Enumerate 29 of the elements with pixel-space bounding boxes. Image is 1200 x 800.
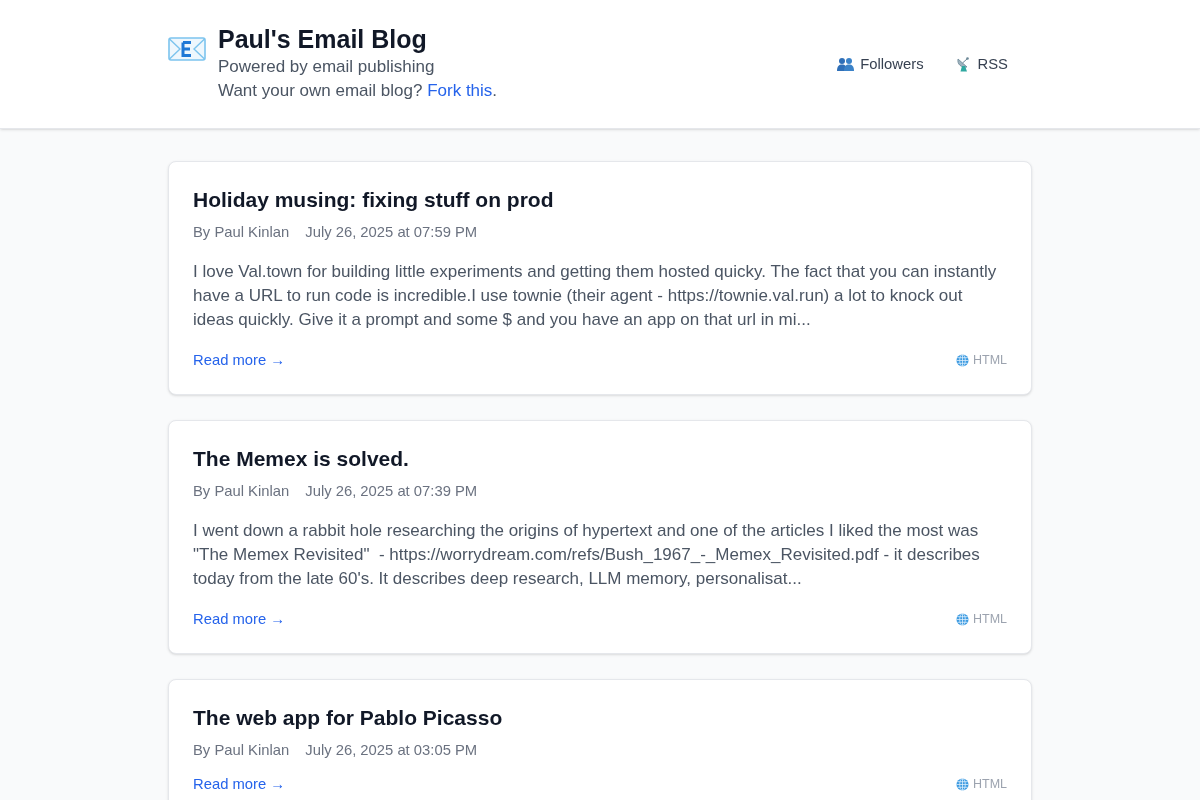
fork-prompt: Want your own email blog? Fork this. bbox=[218, 80, 498, 102]
globe-icon bbox=[955, 777, 969, 791]
post-author: By Paul Kinlan bbox=[193, 482, 290, 501]
fork-link[interactable]: Fork this bbox=[427, 81, 493, 100]
post-date: July 26, 2025 at 07:59 PM bbox=[305, 223, 478, 242]
post-date: July 26, 2025 at 07:39 PM bbox=[305, 482, 478, 501]
globe-icon bbox=[955, 612, 969, 626]
post-excerpt: I went down a rabbit hole researching the origins of hypertext and one of the articles I liked the most was "The Memex Revisited" - https://worrydream.com/refs/Bush_1967_-_Memex_Revisited.pdf - it describes today from the late 60's. It describes deep research, LLM memory, personalisat... bbox=[193, 520, 981, 590]
post-date: July 26, 2025 at 03:05 PM bbox=[305, 741, 478, 760]
nav-link[interactable]: RSS bbox=[943, 50, 1020, 78]
read-more-link[interactable]: Read more → bbox=[193, 774, 286, 794]
post-author: By Paul Kinlan bbox=[193, 741, 290, 760]
format-label: HTML bbox=[972, 611, 1007, 627]
people-icon bbox=[837, 57, 855, 71]
post-title[interactable]: The web app for Pablo Picasso bbox=[193, 704, 1007, 732]
post-title[interactable]: The Memex is solved. bbox=[193, 445, 1007, 473]
nav-link[interactable]: Followers bbox=[825, 50, 936, 78]
blog-tagline: Powered by email publishing bbox=[218, 56, 436, 78]
globe-icon bbox=[955, 353, 969, 367]
blog-title: Paul's Email Blog bbox=[218, 24, 428, 55]
format-label: HTML bbox=[972, 352, 1007, 368]
read-more-link[interactable]: Read more → bbox=[193, 350, 286, 370]
format-label: HTML bbox=[972, 776, 1007, 792]
post-title[interactable]: Holiday musing: fixing stuff on prod bbox=[193, 186, 1007, 214]
read-more-link[interactable]: Read more → bbox=[193, 609, 286, 629]
email-envelope-icon bbox=[168, 35, 206, 63]
post-author: By Paul Kinlan bbox=[193, 223, 290, 242]
satellite-dish-icon bbox=[955, 56, 972, 72]
post-excerpt: I love Val.town for building little experiments and getting them hosted quicky. The fact that you can instantly have a URL to run code is incredible.I use townie (their agent - https://townie.val.run) a lot to knock out ideas quickly. Give it a prompt and some $ and you have an app on that url in mi... bbox=[193, 261, 998, 331]
